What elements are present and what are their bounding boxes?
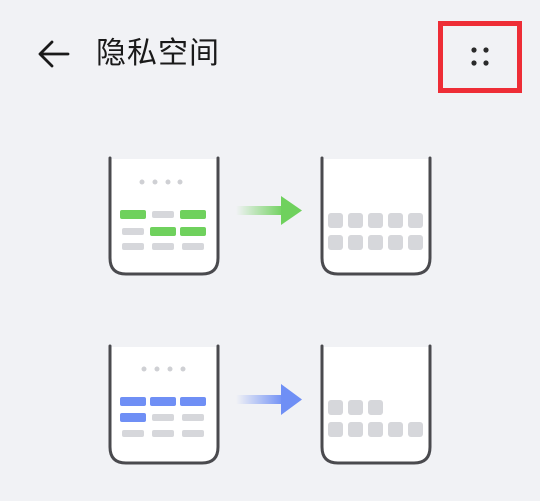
illustration-canvas — [108, 150, 432, 465]
hide-apps-illustration — [108, 150, 432, 276]
arrow-right-icon — [236, 196, 302, 225]
arrow-right-icon — [236, 384, 302, 415]
app-grid-left — [120, 210, 206, 250]
hide-apps-alt-illustration — [108, 338, 432, 465]
app-grid-left — [120, 397, 206, 437]
